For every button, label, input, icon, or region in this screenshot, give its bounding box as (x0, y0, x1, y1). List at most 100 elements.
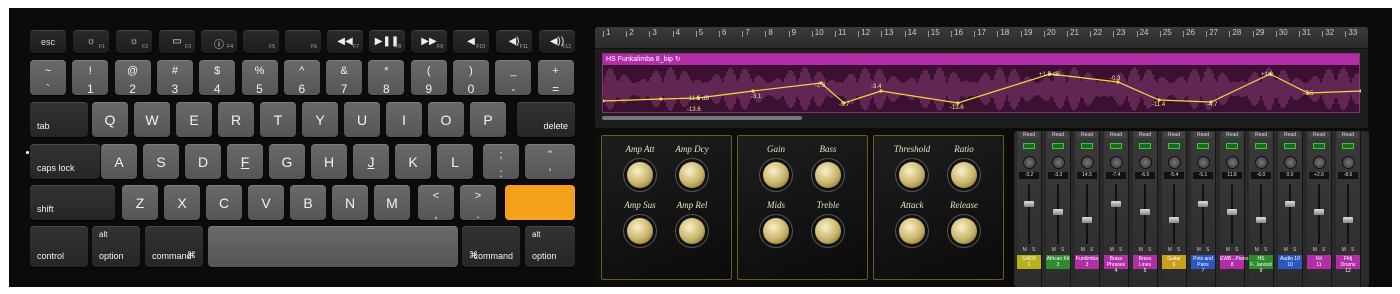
knob-treble[interactable]: Treble (800, 200, 856, 244)
fn-key-f1[interactable]: ☼ F1 (73, 30, 109, 53)
knob-gain[interactable]: Gain (748, 144, 804, 188)
control-key[interactable]: control (30, 226, 88, 267)
key-j[interactable]: J (353, 144, 389, 179)
fn-key-f11[interactable]: ◀) F11 (496, 30, 532, 53)
channel-name[interactable]: Funkimba 3 (1075, 255, 1099, 269)
solo-button[interactable]: S (1148, 247, 1151, 253)
horizontal-scrollbar[interactable] (602, 116, 802, 120)
solo-button[interactable]: S (1206, 247, 1209, 253)
knob-ratio[interactable]: Ratio (936, 144, 992, 188)
input-monitor-button[interactable] (1197, 143, 1209, 149)
fn-key-f12[interactable]: ◀)) F12 (539, 30, 575, 53)
key-z[interactable]: Z (122, 185, 158, 220)
key-f[interactable]: F (227, 144, 263, 179)
left-command-key[interactable]: command ⌘ (145, 226, 203, 267)
channel-name[interactable]: Brass Lines 5 (1133, 255, 1157, 274)
key-v[interactable]: V (248, 185, 284, 220)
key-o[interactable]: O (428, 102, 464, 137)
key-a[interactable]: A (101, 144, 137, 179)
knob-control[interactable] (763, 162, 789, 188)
channel-name[interactable]: Kit 11 (1307, 255, 1331, 269)
mute-button[interactable]: M (1139, 247, 1143, 253)
solo-button[interactable]: S (1293, 247, 1296, 253)
left-option-key[interactable]: alt option (92, 226, 140, 267)
solo-button[interactable]: S (1090, 247, 1093, 253)
input-monitor-button[interactable] (1255, 143, 1267, 149)
knob-control[interactable] (815, 162, 841, 188)
knob-amp-rel[interactable]: Amp Rel (664, 200, 720, 244)
pan-knob[interactable] (1255, 156, 1268, 169)
knob-control[interactable] (951, 162, 977, 188)
pan-knob[interactable] (1139, 156, 1152, 169)
key-e[interactable]: E (176, 102, 212, 137)
input-monitor-button[interactable] (1168, 143, 1180, 149)
fader-cap[interactable] (1343, 217, 1353, 223)
mute-button[interactable]: M (1284, 247, 1288, 253)
audio-region[interactable]: HS Funkalimba 8_bip ↻ -11.6 dB -13.6 -3.1-… (602, 53, 1361, 113)
fader-cap[interactable] (1256, 217, 1266, 223)
solo-button[interactable]: S (1351, 247, 1354, 253)
fn-key-f5[interactable]: F5 (243, 30, 279, 53)
key-k[interactable]: K (395, 144, 431, 179)
fader-cap[interactable] (1053, 209, 1063, 215)
fader-cap[interactable] (1314, 209, 1324, 215)
key-period[interactable]: >. (460, 185, 496, 221)
mute-button[interactable]: M (1081, 247, 1085, 253)
channel-name[interactable]: Guitar 6 (1162, 255, 1186, 269)
key-0[interactable]: ) 0 (453, 60, 489, 96)
channel-name[interactable]: Ffdj Drums 12 (1336, 255, 1360, 274)
mute-button[interactable]: M (1110, 247, 1114, 253)
knob-amp-att[interactable]: Amp Att (612, 144, 668, 188)
key--[interactable]: _ - (495, 60, 532, 96)
key-h[interactable]: H (311, 144, 347, 179)
tab-key[interactable]: tab (30, 102, 88, 137)
knob-control[interactable] (679, 162, 705, 188)
key-=[interactable]: + = (537, 60, 574, 96)
pan-knob[interactable] (1197, 156, 1210, 169)
region-header[interactable]: HS Funkalimba 8_bip ↻ (603, 54, 1359, 65)
mute-button[interactable]: M (1052, 247, 1056, 253)
pan-knob[interactable] (1342, 156, 1355, 169)
knob-control[interactable] (815, 218, 841, 244)
knob-attack[interactable]: Attack (884, 200, 940, 244)
key-s[interactable]: S (143, 144, 179, 179)
knob-control[interactable] (763, 218, 789, 244)
right-command-key[interactable]: command ⌘ (462, 226, 520, 267)
caps-lock-key[interactable]: caps lock (26, 144, 100, 179)
fn-key-f6[interactable]: F6 (285, 30, 321, 53)
input-monitor-button[interactable] (1023, 143, 1035, 149)
key-w[interactable]: W (134, 102, 170, 137)
solo-button[interactable]: S (1264, 247, 1267, 253)
key-7[interactable]: & 7 (326, 60, 363, 96)
fader-cap[interactable] (1111, 201, 1121, 207)
key-8[interactable]: * 8 (368, 60, 405, 96)
bar-ruler[interactable]: 1 2 3 4 5 6 7 8 9 10 11 12 13 14 15 16 17 18 19 20 21 22 23 24 2… (595, 27, 1368, 49)
space-bar[interactable] (208, 226, 458, 267)
fn-key-f3[interactable]: ▭ F3 (159, 30, 195, 53)
key-c[interactable]: C (206, 185, 242, 220)
fn-key-f9[interactable]: ▶▶ F9 (411, 30, 447, 53)
channel-name[interactable]: African Kit 2 (1046, 255, 1070, 269)
right-option-key[interactable]: alt option (525, 226, 575, 267)
knob-control[interactable] (679, 218, 705, 244)
key-quote[interactable]: " ' (525, 144, 575, 180)
mute-button[interactable]: M (1226, 247, 1230, 253)
knob-threshold[interactable]: Threshold (884, 144, 940, 188)
mute-button[interactable]: M (1255, 247, 1259, 253)
knob-control[interactable] (899, 162, 925, 188)
channel-name[interactable]: EWB...Piano 8 (1220, 255, 1248, 269)
pan-knob[interactable] (1081, 156, 1094, 169)
channel-name[interactable]: Audio 10 10 (1278, 255, 1302, 269)
fader-cap[interactable] (1169, 217, 1179, 223)
key-`[interactable]: ~ ` (30, 60, 66, 96)
automation-point[interactable] (659, 97, 663, 101)
delete-key[interactable]: delete (517, 102, 575, 137)
key-x[interactable]: X (164, 185, 200, 220)
knob-control[interactable] (627, 218, 653, 244)
fader-cap[interactable] (1140, 209, 1150, 215)
channel-name[interactable]: GAD3 1 (1017, 255, 1041, 269)
fader-cap[interactable] (1198, 201, 1208, 207)
mute-button[interactable]: M (1023, 247, 1027, 253)
mute-button[interactable]: M (1168, 247, 1172, 253)
key-n[interactable]: N (332, 185, 368, 220)
